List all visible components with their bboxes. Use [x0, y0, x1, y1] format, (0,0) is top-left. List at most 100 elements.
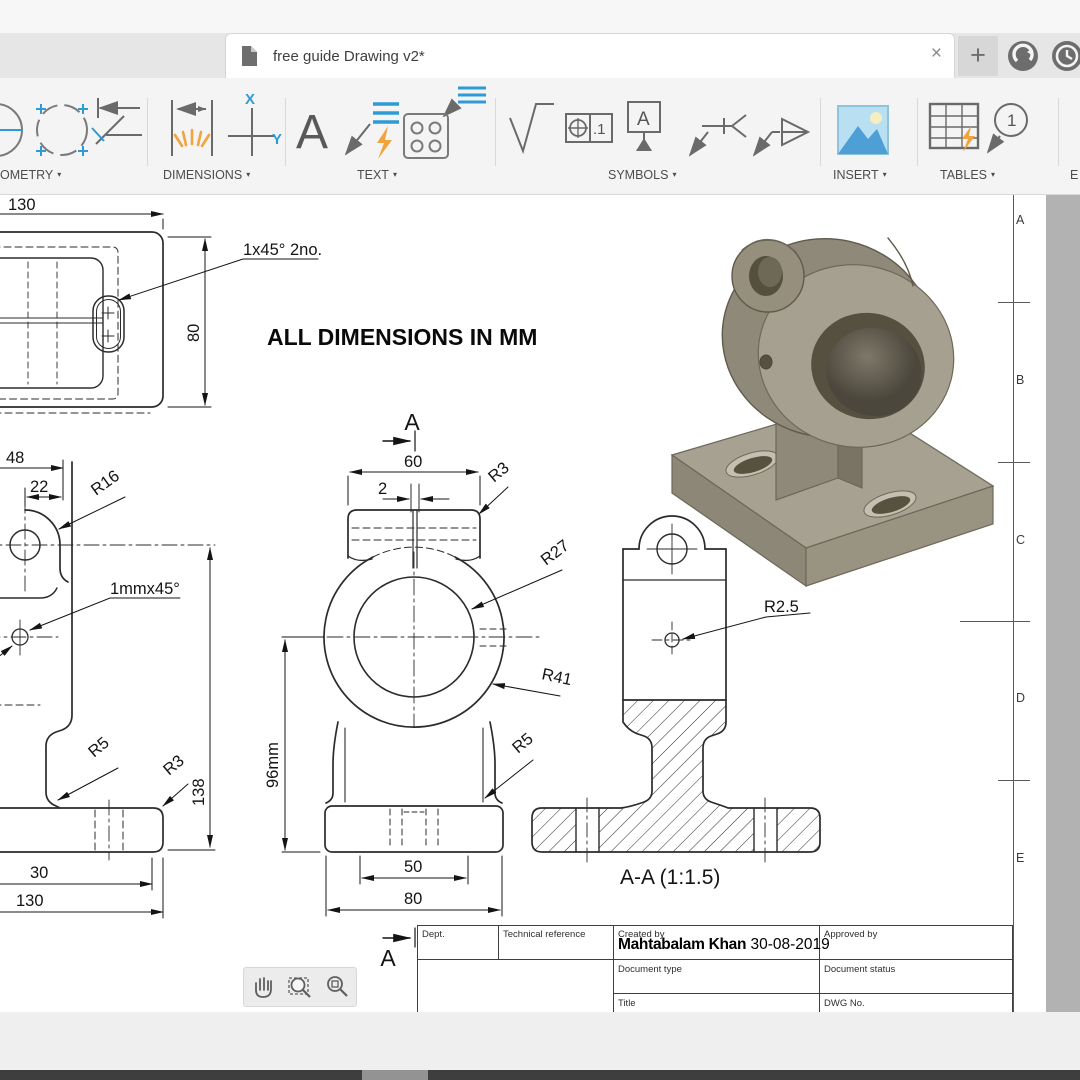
zone-label: D [1016, 691, 1026, 705]
dim-text: 48 [6, 449, 24, 467]
zoom-icon[interactable] [324, 974, 350, 1000]
view-section: R2.5 A-A (1:1.5) [531, 515, 821, 889]
bottom-bar [0, 1070, 1080, 1080]
chevron-down-icon: ▾ [991, 170, 996, 179]
toolbar-icons: X Y A .1 A 1 [0, 86, 1028, 159]
ribbon-toolbar: X Y A .1 A 1 OMETRY ▾ DIMENSIONS ▾ TEXT … [0, 78, 1080, 195]
dim-text: R5 [509, 730, 537, 757]
dim-text: R3 [160, 752, 188, 779]
dwg-no-label: DWG No. [824, 998, 865, 1009]
toolbar-separator [147, 98, 148, 166]
drawing-sheet: 130 80 1x45° 2no. 1mmx45° 48 22 R16 138 … [0, 196, 995, 971]
section-title: A-A (1:1.5) [620, 866, 720, 889]
zone-label: B [1016, 373, 1025, 387]
zoom-window-icon[interactable] [287, 974, 313, 1000]
dim-text: 50 [404, 858, 422, 876]
zone-tick [998, 462, 1030, 463]
zone-tick [998, 780, 1030, 781]
dim-text: 80 [404, 890, 422, 908]
view-navigation-bar [243, 967, 357, 1007]
chevron-down-icon: ▾ [882, 170, 887, 179]
text-icon[interactable]: A [296, 106, 328, 159]
bottom-bar-segment [362, 1070, 428, 1080]
zone-label: A [1016, 213, 1025, 227]
dim-text: 138 [190, 778, 208, 806]
leader-text: 1mmx45° [110, 580, 180, 598]
approved-by-label: Approved by [824, 929, 878, 940]
tech-ref-label: Technical reference [503, 929, 586, 940]
dim-text: 60 [404, 453, 422, 471]
chevron-down-icon: ▾ [57, 170, 62, 179]
balloon-icon[interactable]: 1 [986, 103, 1028, 154]
tab-close-icon[interactable]: × [931, 43, 942, 65]
feature-control-frame-icon[interactable]: .1 [565, 113, 613, 143]
doc-type-label: Document type [618, 964, 682, 975]
edge-extension-icon[interactable] [91, 98, 142, 145]
title-block: Dept. Technical reference Created by App… [417, 925, 1013, 1012]
dim-text: 2 [378, 480, 387, 498]
dim-text: R5 [85, 734, 113, 761]
dim-text: R3 [485, 459, 513, 486]
job-status-icon[interactable] [1006, 39, 1040, 73]
new-tab-button[interactable]: + [958, 36, 998, 76]
canvas-outside-area [1046, 195, 1080, 1012]
menu-export[interactable]: E [1070, 168, 1078, 182]
3d-model [670, 237, 995, 588]
svg-text:X: X [245, 91, 255, 108]
view-top: 130 80 1x45° 2no. [0, 196, 322, 414]
dim-text: 22 [30, 478, 48, 496]
toolbar-separator [917, 98, 918, 166]
created-by-value: Mahtabalam Khan 30-08-2019 [618, 936, 830, 953]
leader-text-icon[interactable] [344, 102, 399, 159]
tab-title: free guide Drawing v2* [273, 47, 425, 65]
dim-text: R41 [540, 665, 573, 689]
zone-tick [960, 621, 1030, 622]
section-marker: A [380, 945, 396, 971]
section-marker: A [404, 409, 420, 435]
toolbar-separator [820, 98, 821, 166]
dept-label: Dept. [422, 929, 445, 940]
sheet-border [1013, 195, 1014, 1012]
view-side: 1mmx45° 48 22 R16 138 R5 R3 30 130 [0, 449, 216, 919]
svg-text:.1: .1 [593, 121, 606, 138]
zone-tick [998, 302, 1030, 303]
dim-text: 30 [30, 864, 48, 882]
toolbar-separator [285, 98, 286, 166]
dim-text: R2.5 [764, 598, 799, 616]
menu-symbols[interactable]: SYMBOLS ▾ [608, 168, 676, 182]
circle-pattern-icon[interactable] [36, 104, 88, 156]
history-clock-icon[interactable] [1050, 39, 1080, 73]
menu-dimensions[interactable]: DIMENSIONS ▾ [163, 168, 250, 182]
welding-symbol-icon[interactable] [688, 114, 747, 157]
svg-text:A: A [296, 106, 328, 159]
center-mark-icon[interactable] [0, 102, 23, 158]
document-tab[interactable]: free guide Drawing v2* × [225, 33, 955, 78]
dim-text: R27 [538, 537, 573, 570]
chevron-down-icon: ▾ [392, 170, 397, 179]
dim-text: 130 [16, 892, 44, 910]
document-icon [242, 46, 257, 66]
insert-image-icon[interactable] [837, 105, 889, 155]
ordinate-dimension-icon[interactable]: X Y [228, 91, 282, 156]
table-icon[interactable] [928, 102, 980, 152]
chevron-down-icon: ▾ [672, 170, 677, 179]
dim-text: R16 [88, 467, 123, 499]
menu-geometry[interactable]: OMETRY ▾ [0, 168, 61, 182]
taper-symbol-icon[interactable] [752, 117, 811, 157]
pan-icon[interactable] [250, 974, 276, 1000]
view-front: A 60 2 R3 R27 R41 96mm R5 50 80 A [264, 409, 574, 971]
datum-icon[interactable]: A [627, 101, 661, 151]
zone-label: C [1016, 533, 1026, 547]
title-label: Title [618, 998, 636, 1009]
table-text-icon[interactable] [403, 86, 486, 159]
surface-texture-icon[interactable] [509, 103, 554, 155]
menu-text[interactable]: TEXT ▾ [357, 168, 397, 182]
dim-text: 130 [8, 196, 36, 214]
svg-text:1: 1 [1007, 111, 1016, 130]
drawing-canvas[interactable]: 130 80 1x45° 2no. 1mmx45° 48 22 R16 138 … [0, 195, 1080, 1012]
toolbar-separator [1058, 98, 1059, 166]
menu-tables[interactable]: TABLES ▾ [940, 168, 995, 182]
menu-insert[interactable]: INSERT ▾ [833, 168, 887, 182]
svg-text:A: A [637, 109, 650, 130]
linear-dimension-icon[interactable] [171, 100, 213, 156]
